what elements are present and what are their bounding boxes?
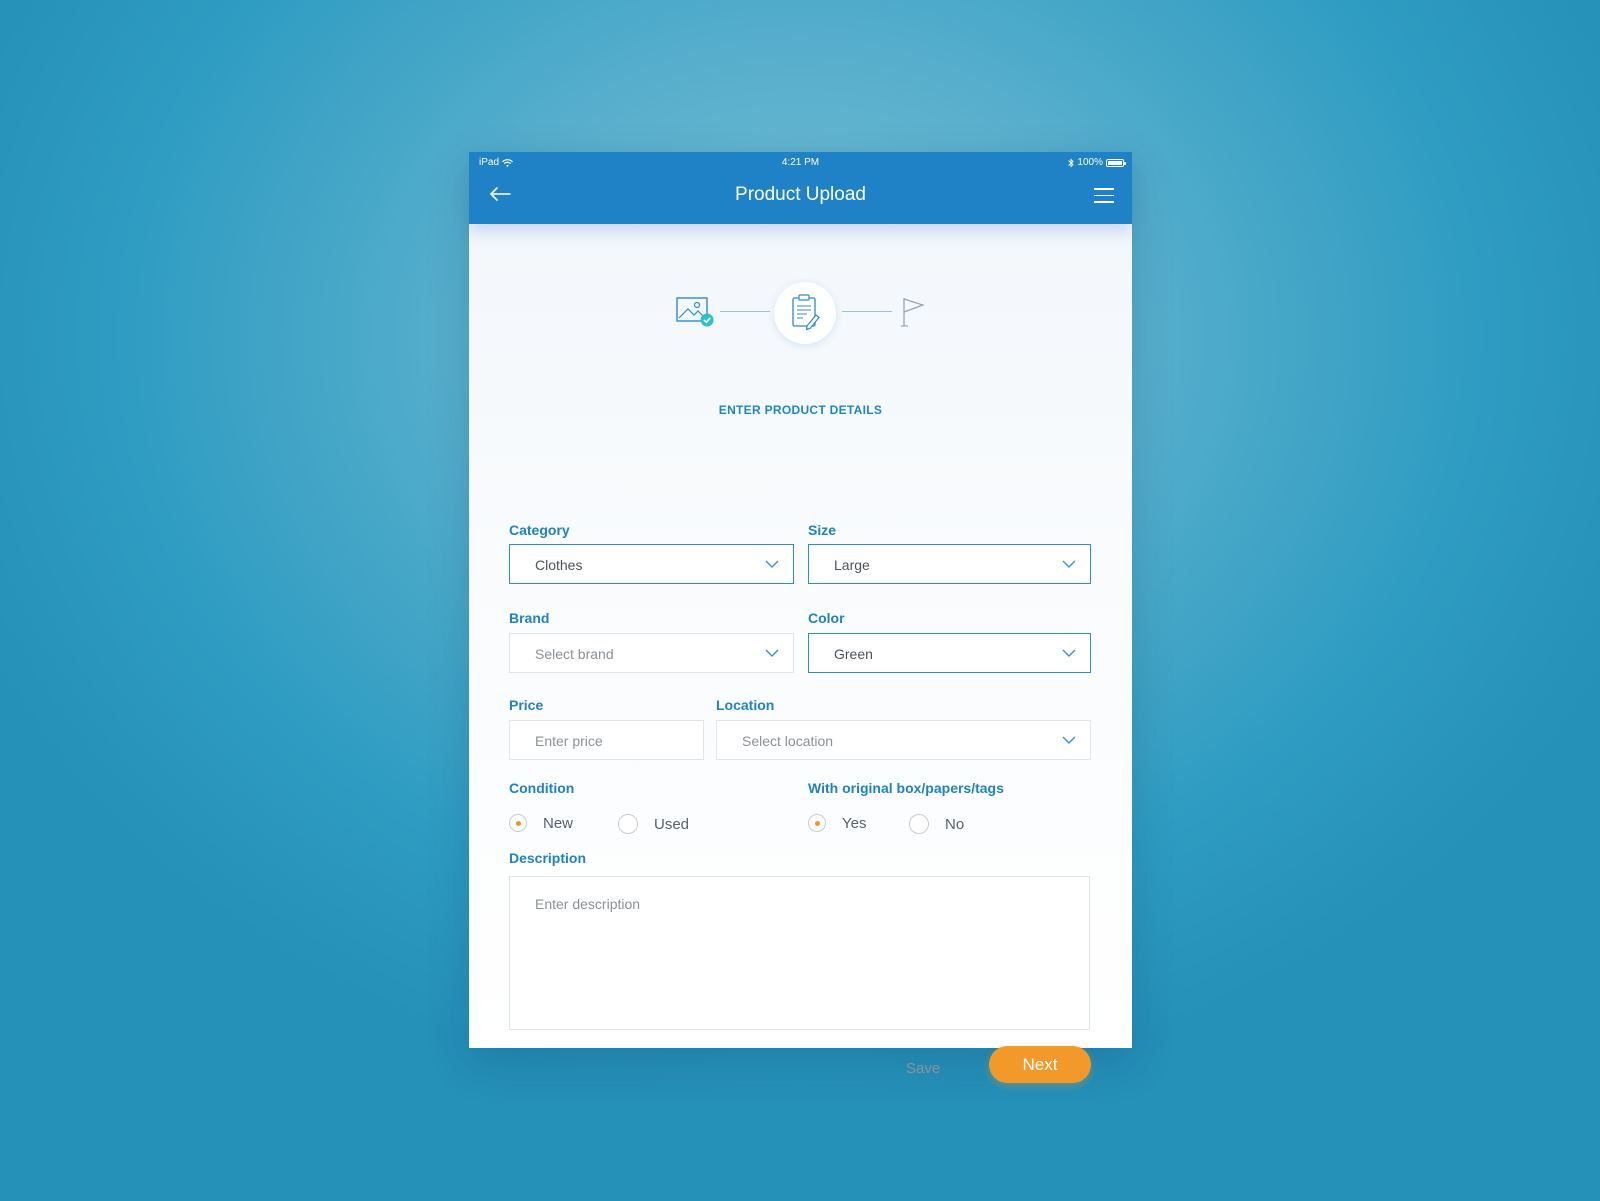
- condition-label: Condition: [509, 780, 575, 796]
- location-select[interactable]: Select location: [716, 720, 1091, 760]
- radio-label: New: [543, 814, 574, 832]
- clock: 4:21 PM: [781, 157, 820, 168]
- condition-new-radio[interactable]: New: [509, 814, 573, 832]
- radio-unselected-icon: [909, 814, 929, 834]
- location-label: Location: [716, 697, 775, 713]
- brand-placeholder: Select brand: [535, 646, 614, 662]
- size-value: Large: [834, 557, 870, 573]
- condition-used-radio[interactable]: Used: [618, 814, 689, 834]
- category-label: Category: [509, 522, 570, 538]
- brand-select[interactable]: Select brand: [509, 633, 794, 673]
- original-box-label: With original box/papers/tags: [808, 780, 1004, 796]
- chevron-down-icon: [1062, 560, 1076, 568]
- description-textarea[interactable]: Enter description: [509, 876, 1090, 1030]
- step-connector: [720, 311, 770, 312]
- radio-selected-icon: [808, 814, 826, 832]
- location-placeholder: Select location: [742, 733, 834, 749]
- size-label: Size: [808, 522, 837, 538]
- original-box-no-radio[interactable]: No: [909, 814, 964, 834]
- battery-icon: [1106, 158, 1126, 167]
- description-placeholder: Enter description: [535, 896, 641, 912]
- radio-label: Used: [654, 815, 690, 833]
- color-select[interactable]: Green: [808, 633, 1091, 673]
- image-check-icon: [676, 297, 714, 327]
- chevron-down-icon: [1062, 649, 1076, 657]
- price-label: Price: [509, 697, 544, 713]
- description-label: Description: [509, 850, 587, 866]
- price-placeholder: Enter price: [535, 733, 603, 749]
- brand-label: Brand: [509, 610, 550, 626]
- status-right: 100%: [1068, 157, 1126, 168]
- chevron-down-icon: [765, 649, 779, 657]
- next-button[interactable]: Next: [989, 1046, 1091, 1083]
- radio-unselected-icon: [618, 814, 638, 834]
- ipad-screen: iPad 4:21 PM 100% Product Upload ENTER P…: [469, 152, 1132, 1083]
- category-value: Clothes: [535, 557, 583, 573]
- color-label: Color: [808, 610, 845, 626]
- hamburger-menu-icon[interactable]: [1094, 188, 1114, 204]
- category-select[interactable]: Clothes: [509, 544, 794, 584]
- chevron-down-icon: [1062, 736, 1076, 744]
- size-select[interactable]: Large: [808, 544, 1091, 584]
- step-active-circle: [774, 282, 836, 344]
- battery-percent: 100%: [1077, 157, 1103, 168]
- color-value: Green: [834, 646, 873, 662]
- save-button[interactable]: Save: [906, 1060, 940, 1077]
- app-bar: iPad 4:21 PM 100% Product Upload: [469, 152, 1132, 224]
- original-box-yes-radio[interactable]: Yes: [808, 814, 866, 832]
- radio-label: No: [945, 815, 965, 833]
- page-title: Product Upload: [735, 184, 866, 205]
- flag-icon: [901, 298, 925, 327]
- step-title: ENTER PRODUCT DETAILS: [718, 403, 883, 417]
- status-time: 4:21 PM: [469, 157, 1132, 168]
- price-input[interactable]: Enter price: [509, 720, 704, 760]
- progress-stepper: ENTER PRODUCT DETAILS: [469, 282, 1132, 417]
- radio-selected-icon: [509, 814, 527, 832]
- step-connector: [842, 311, 892, 312]
- form-content: ENTER PRODUCT DETAILS Category Clothes S…: [469, 224, 1132, 1083]
- radio-label: Yes: [842, 814, 867, 832]
- clipboard-edit-icon: [792, 294, 820, 331]
- chevron-down-icon: [765, 560, 779, 568]
- bluetooth-icon: [1068, 157, 1075, 168]
